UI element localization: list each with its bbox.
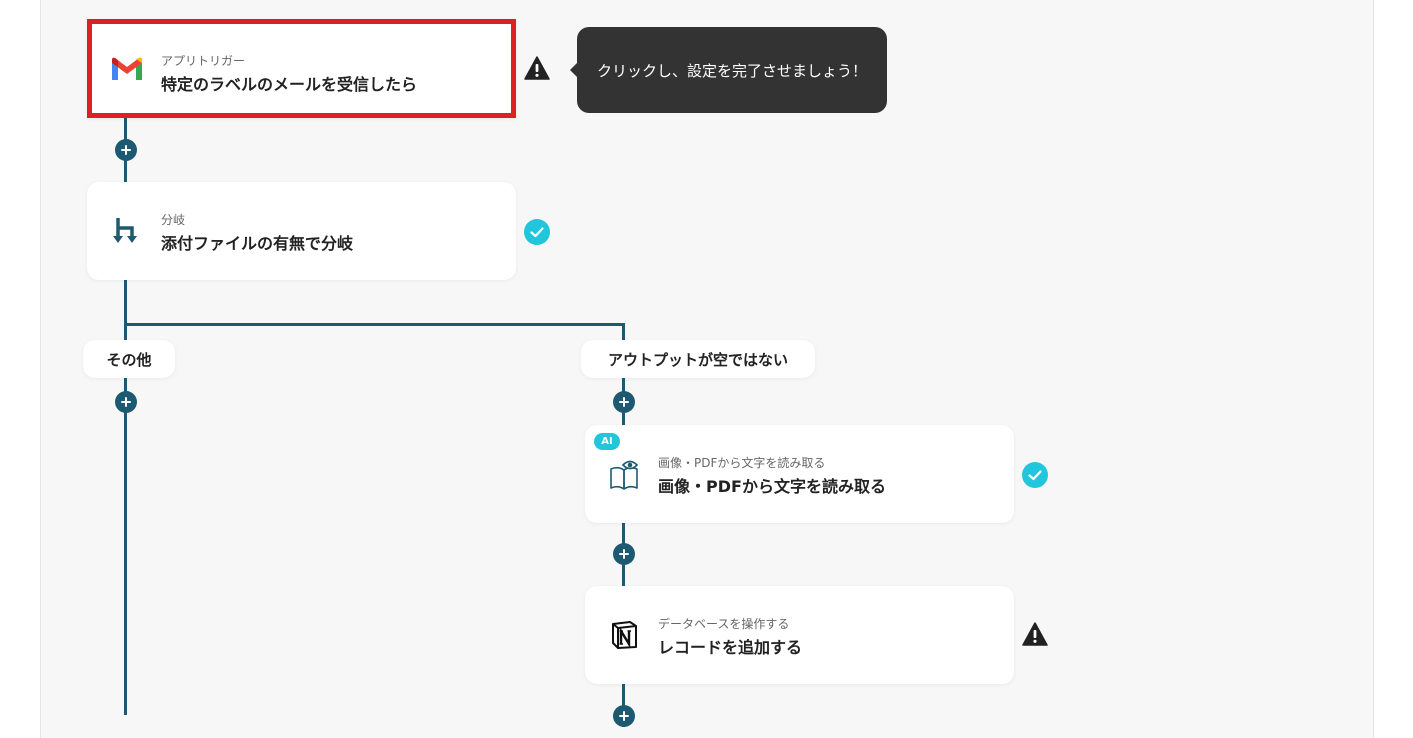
step-title: 添付ファイルの有無で分岐 [161, 234, 354, 253]
add-step-button[interactable] [613, 705, 635, 727]
notion-step-card[interactable]: データベースを操作する レコードを追加する [585, 586, 1014, 684]
step-title: レコードを追加する [658, 638, 803, 657]
branch-connector-horizontal [124, 323, 624, 326]
add-step-button[interactable] [613, 543, 635, 565]
branch-label-output-not-empty: アウトプットが空ではない [581, 340, 815, 378]
trigger-step-card[interactable]: アプリトリガー 特定のラベルのメールを受信したら [87, 19, 516, 118]
ocr-book-icon [609, 457, 641, 491]
plus-icon [121, 145, 131, 155]
branch-step-card[interactable]: 分岐 添付ファイルの有無で分岐 [87, 182, 516, 280]
add-step-button[interactable] [613, 391, 635, 413]
notion-icon [609, 619, 639, 651]
plus-icon [619, 549, 629, 559]
setup-tooltip: クリックし、設定を完了させましょう！ [570, 27, 887, 113]
branch-icon [111, 216, 141, 246]
plus-icon [619, 397, 629, 407]
plus-icon [121, 397, 131, 407]
check-icon [1022, 462, 1048, 488]
step-category-label: 分岐 [161, 213, 186, 227]
step-category-label: アプリトリガー [161, 54, 246, 68]
ai-badge: AI [594, 433, 620, 450]
gmail-icon [110, 54, 144, 84]
step-category-label: データベースを操作する [658, 617, 790, 631]
warning-icon[interactable] [524, 55, 550, 81]
step-category-label: 画像・PDFから文字を読み取る [658, 456, 826, 470]
plus-icon [619, 711, 629, 721]
add-step-button[interactable] [115, 139, 137, 161]
step-title: 特定のラベルのメールを受信したら [161, 75, 418, 94]
check-icon [524, 219, 550, 245]
branch-label-other: その他 [83, 340, 175, 378]
step-title: 画像・PDFから文字を読み取る [658, 477, 886, 496]
warning-icon[interactable] [1022, 621, 1048, 647]
add-step-button[interactable] [115, 391, 137, 413]
ocr-step-card[interactable]: 画像・PDFから文字を読み取る 画像・PDFから文字を読み取る [585, 425, 1014, 523]
